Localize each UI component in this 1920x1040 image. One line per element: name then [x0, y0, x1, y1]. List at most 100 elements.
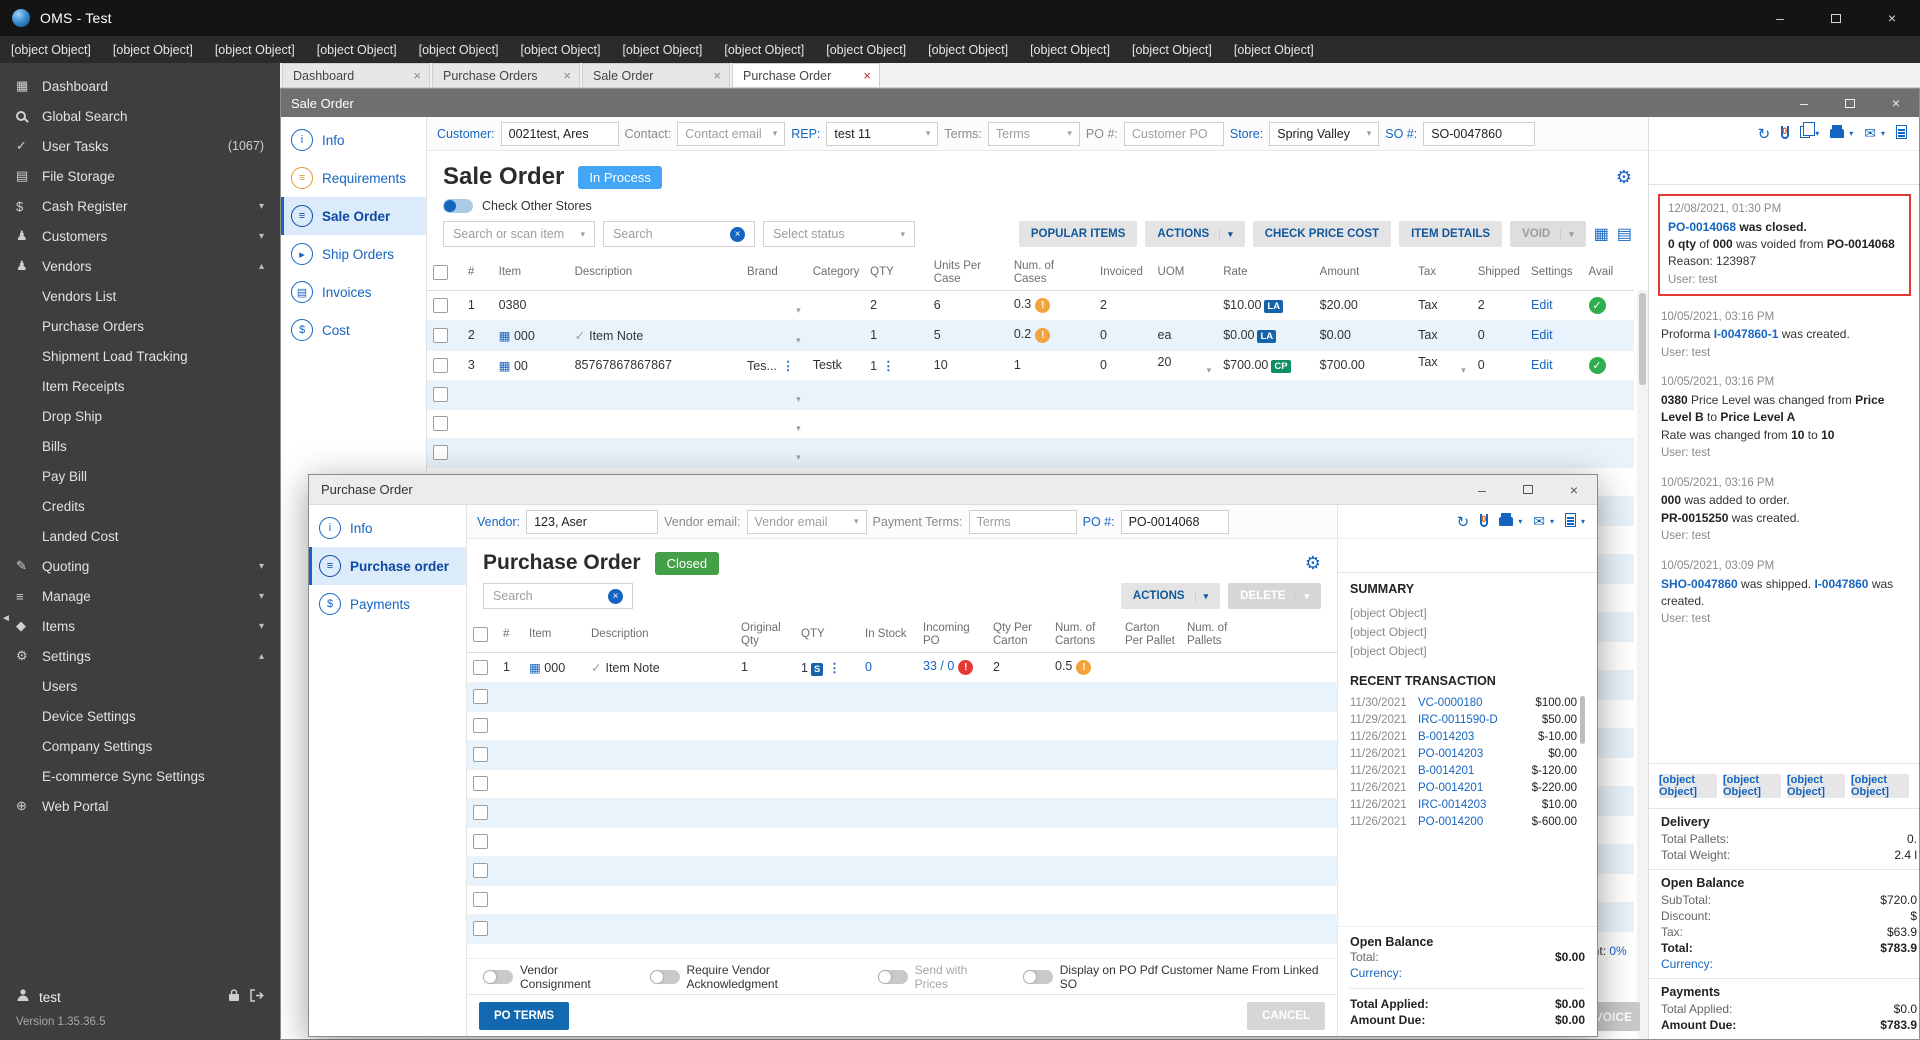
- log-link[interactable]: PO-0014068: [1668, 220, 1736, 234]
- po-minimize-button[interactable]: –: [1459, 475, 1505, 504]
- kebab-menu-icon[interactable]: ⋮: [782, 359, 795, 373]
- transaction-link[interactable]: PO-0014203: [1418, 748, 1542, 760]
- attachment-icon[interactable]: 0: [1480, 513, 1489, 530]
- sidebar-item[interactable]: ≡ Manage ▾: [0, 581, 280, 611]
- table-row[interactable]: [467, 914, 1337, 944]
- tab-close-icon[interactable]: ×: [413, 68, 421, 83]
- gear-icon[interactable]: ⚙: [1305, 553, 1321, 574]
- so-nav-requirements[interactable]: ≡ Requirements: [281, 159, 426, 197]
- edit-link[interactable]: Edit: [1531, 298, 1553, 312]
- brand-dropdown-icon[interactable]: ▾: [796, 335, 801, 346]
- table-row[interactable]: [467, 682, 1337, 712]
- row-checkbox[interactable]: [473, 863, 488, 879]
- sidebar-item[interactable]: Shipment Load Tracking: [0, 341, 280, 371]
- sidebar-item[interactable]: Landed Cost: [0, 521, 280, 551]
- sidebar-item[interactable]: $ Cash Register ▾: [0, 191, 280, 221]
- log-link[interactable]: I-0047860-1: [1714, 327, 1779, 341]
- so-nav-sale-order[interactable]: ≡ Sale Order: [281, 197, 426, 235]
- transaction-link[interactable]: IRC-0014203: [1418, 799, 1536, 811]
- menubar-item[interactable]: [object Object]: [815, 36, 917, 63]
- select-all-checkbox[interactable]: [473, 627, 488, 643]
- table-row[interactable]: [467, 769, 1337, 799]
- po-cancel-button[interactable]: CANCEL: [1247, 1001, 1325, 1030]
- row-checkbox[interactable]: [473, 892, 488, 908]
- maximize-button[interactable]: [1808, 0, 1864, 36]
- sidebar-item[interactable]: E-commerce Sync Settings: [0, 761, 280, 791]
- row-checkbox[interactable]: [433, 445, 448, 461]
- row-checkbox[interactable]: [473, 659, 488, 675]
- payment-terms-input[interactable]: Terms: [968, 509, 1077, 534]
- sidebar-item[interactable]: ⊕ Web Portal: [0, 791, 280, 821]
- table-row[interactable]: 1 0380 ▾ 2 6 0.3! 2 $10.00 LA $20.00 Tax…: [427, 290, 1634, 321]
- so-close-button[interactable]: ×: [1873, 89, 1919, 117]
- table-row[interactable]: [467, 740, 1337, 770]
- toggle-switch[interactable]: [1022, 969, 1053, 984]
- vendor-email-input[interactable]: Vendor email ▾: [746, 509, 867, 534]
- toggle-switch[interactable]: [877, 969, 908, 984]
- transaction-link[interactable]: B-0014203: [1418, 731, 1532, 743]
- print-icon[interactable]: [1499, 512, 1514, 529]
- sidebar-item[interactable]: ▤ File Storage: [0, 161, 280, 191]
- table-row[interactable]: [467, 856, 1337, 886]
- row-checkbox[interactable]: [473, 776, 488, 792]
- menubar-item[interactable]: [object Object]: [306, 36, 408, 63]
- table-row[interactable]: [467, 827, 1337, 857]
- vendor-input[interactable]: 123, Aser: [526, 509, 659, 534]
- grid-view-icon[interactable]: ▦: [1594, 224, 1609, 244]
- print-icon[interactable]: [1830, 124, 1845, 141]
- uom-dropdown-icon[interactable]: ▾: [1207, 365, 1212, 376]
- menubar-item[interactable]: [object Object]: [1019, 36, 1121, 63]
- tab-close-icon[interactable]: ×: [713, 68, 721, 83]
- sidebar-item[interactable]: Device Settings: [0, 701, 280, 731]
- menubar-item[interactable]: [object Object]: [0, 36, 102, 63]
- table-row[interactable]: ▾: [427, 409, 1634, 439]
- log-link[interactable]: I-0047860: [1814, 577, 1868, 591]
- item-search-select[interactable]: Search or scan item ▾: [443, 221, 595, 247]
- sidebar-collapse-handle[interactable]: ◄: [1, 613, 11, 624]
- sidebar-item[interactable]: ♟ Customers ▾: [0, 221, 280, 251]
- transaction-link[interactable]: PO-0014201: [1418, 782, 1526, 794]
- menubar-item[interactable]: [object Object]: [408, 36, 510, 63]
- menubar-item[interactable]: [object Object]: [611, 36, 713, 63]
- actions-button[interactable]: ACTIONS ▾: [1145, 221, 1245, 247]
- terms-input[interactable]: Terms ▾: [987, 121, 1080, 146]
- po-search-input[interactable]: Search ×: [483, 583, 633, 609]
- table-row[interactable]: ▾: [427, 438, 1634, 468]
- sidebar-item[interactable]: Company Settings: [0, 731, 280, 761]
- table-row[interactable]: ▾: [427, 380, 1634, 410]
- po-actions-button[interactable]: ACTIONS ▾: [1120, 583, 1221, 609]
- sidebar-item[interactable]: Item Receipts: [0, 371, 280, 401]
- po-terms-button[interactable]: PO TERMS: [479, 1001, 570, 1030]
- mail-icon[interactable]: ✉: [1533, 513, 1545, 530]
- tax-dropdown-icon[interactable]: ▾: [1461, 365, 1466, 376]
- sidebar-item[interactable]: Global Search: [0, 101, 280, 131]
- void-button[interactable]: VOID ▾: [1510, 221, 1586, 247]
- document-tab[interactable]: Sale Order ×: [582, 63, 730, 87]
- row-checkbox[interactable]: [433, 357, 448, 373]
- row-checkbox[interactable]: [433, 327, 448, 343]
- po-nav-payments[interactable]: $ Payments: [309, 585, 466, 623]
- sidebar-item[interactable]: ♟ Vendors ▴: [0, 251, 280, 281]
- rep-input[interactable]: test 11 ▾: [826, 121, 939, 146]
- minimize-button[interactable]: –: [1752, 0, 1808, 36]
- menubar-item[interactable]: [object Object]: [1223, 36, 1325, 63]
- sidebar-item[interactable]: Vendors List: [0, 281, 280, 311]
- close-button[interactable]: ×: [1864, 0, 1920, 36]
- document-tab[interactable]: Purchase Orders ×: [432, 63, 580, 87]
- table-row[interactable]: 1 ▦ 000 ✓ Item Note 1 1 S ⋮ 0 33 / 0! 2 0.5…: [467, 652, 1337, 683]
- select-all-checkbox[interactable]: [433, 265, 448, 281]
- po-number-input[interactable]: PO-0014068: [1120, 509, 1229, 534]
- sidebar-item[interactable]: Credits: [0, 491, 280, 521]
- transaction-link[interactable]: IRC-0011590-D: [1418, 714, 1536, 726]
- store-input[interactable]: Spring Valley ▾: [1269, 121, 1380, 146]
- po-nav-purchase-order[interactable]: ≡ Purchase order: [309, 547, 466, 585]
- po-nav-info[interactable]: i Info: [309, 509, 466, 547]
- refresh-icon[interactable]: ↻: [1758, 125, 1771, 143]
- transaction-link[interactable]: PO-0014200: [1418, 816, 1526, 828]
- contact-input[interactable]: Contact email ▾: [677, 121, 786, 146]
- brand-dropdown-icon[interactable]: ▾: [796, 305, 801, 316]
- sidebar-item[interactable]: Bills: [0, 431, 280, 461]
- table-row[interactable]: 3 ▦ 00 85767867867867 Tes... ⋮ Testk 1 ⋮ 1…: [427, 350, 1634, 381]
- brand-dropdown-icon[interactable]: ▾: [796, 452, 801, 463]
- sidebar-item[interactable]: Purchase Orders: [0, 311, 280, 341]
